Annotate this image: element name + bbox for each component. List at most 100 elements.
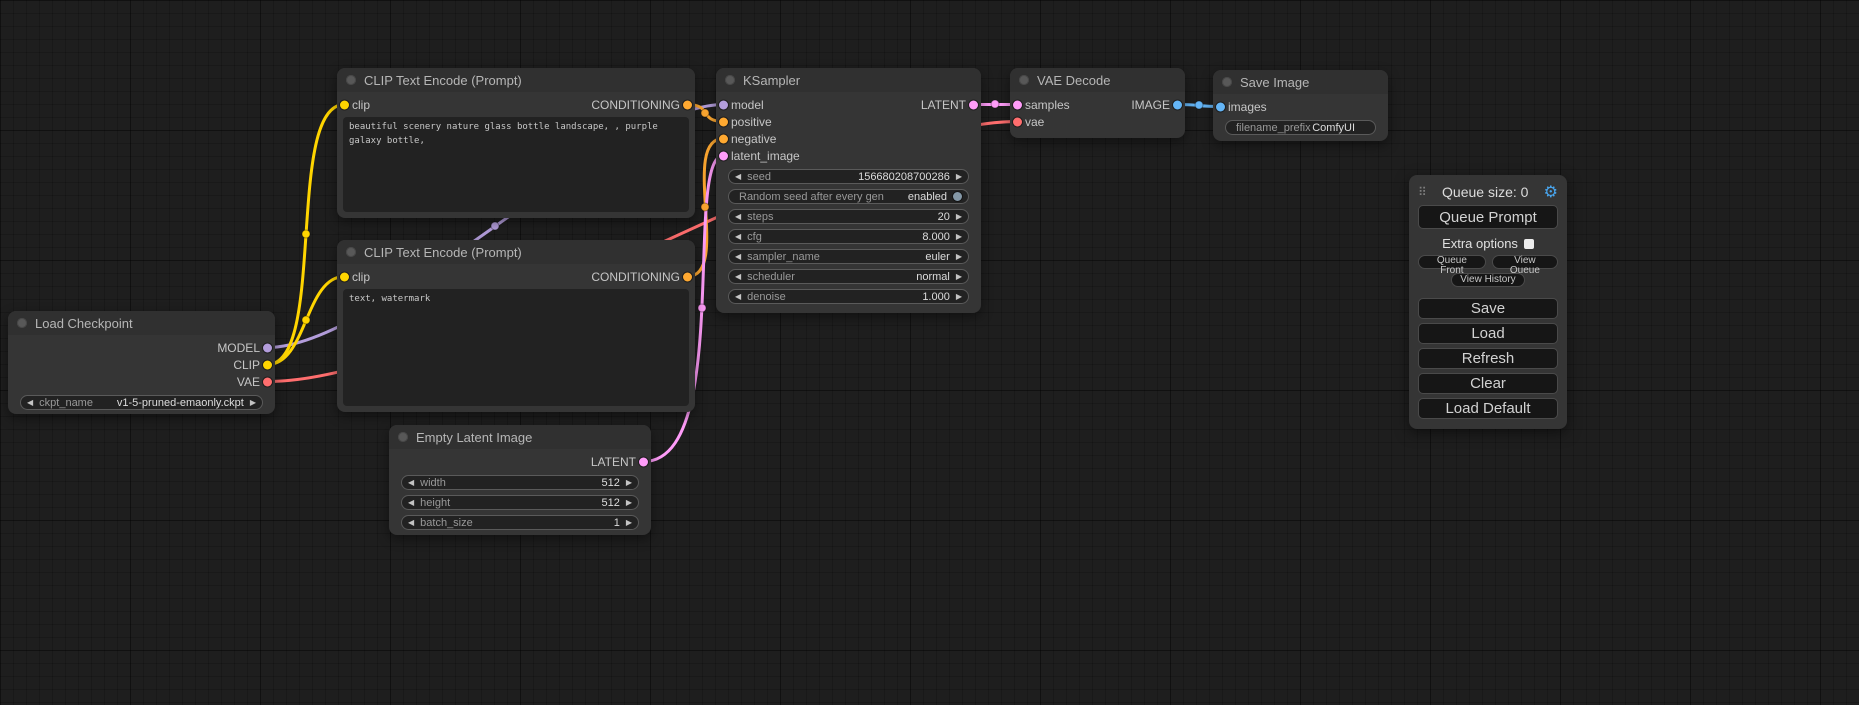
input-slot-images-dot[interactable] <box>1216 102 1225 111</box>
collapse-dot-icon[interactable] <box>346 75 356 85</box>
increment-arrow-icon[interactable]: ▶ <box>956 233 962 241</box>
collapse-dot-icon[interactable] <box>1019 75 1029 85</box>
widget-label: batch_size <box>420 517 473 529</box>
widget-sampler-name[interactable]: ◀ sampler_name euler ▶ <box>728 249 969 264</box>
node-title-bar[interactable]: CLIP Text Encode (Prompt) <box>337 68 695 92</box>
increment-arrow-icon[interactable]: ▶ <box>956 213 962 221</box>
output-slot-conditioning-dot[interactable] <box>683 272 692 281</box>
widget-batch-size[interactable]: ◀ batch_size 1 ▶ <box>401 515 639 530</box>
queue-menu[interactable]: ⠿ Queue size: 0 ⚙ Queue Prompt Extra opt… <box>1409 175 1567 429</box>
collapse-dot-icon[interactable] <box>17 318 27 328</box>
node-body: LATENT ◀ width 512 ▶ ◀ height 512 ▶ ◀ ba… <box>389 449 651 530</box>
widget-label: filename_prefix <box>1236 122 1311 134</box>
widget-cfg[interactable]: ◀ cfg 8.000 ▶ <box>728 229 969 244</box>
increment-arrow-icon[interactable]: ▶ <box>626 499 632 507</box>
widget-filename-prefix[interactable]: filename_prefix ComfyUI <box>1225 120 1376 135</box>
node-save-image[interactable]: Save Image images filename_prefix ComfyU… <box>1213 70 1388 141</box>
widget-label: cfg <box>747 231 762 243</box>
prompt-textarea[interactable]: beautiful scenery nature glass bottle la… <box>343 117 689 212</box>
node-body: images filename_prefix ComfyUI <box>1213 94 1388 135</box>
collapse-dot-icon[interactable] <box>1222 77 1232 87</box>
output-slot-model-dot[interactable] <box>263 343 272 352</box>
widget-seed[interactable]: ◀ seed 156680208700286 ▶ <box>728 169 969 184</box>
node-empty-latent-image[interactable]: Empty Latent Image LATENT ◀ width 512 ▶ … <box>389 425 651 535</box>
output-slot-label-conditioning: CONDITIONING <box>591 270 680 284</box>
increment-arrow-icon[interactable]: ▶ <box>956 253 962 261</box>
widget-random-seed-toggle[interactable]: Random seed after every gen enabled <box>728 189 969 204</box>
input-slot-samples-dot[interactable] <box>1013 100 1022 109</box>
widget-scheduler[interactable]: ◀ scheduler normal ▶ <box>728 269 969 284</box>
input-slot-label-latent-image: latent_image <box>731 149 800 163</box>
widget-steps[interactable]: ◀ steps 20 ▶ <box>728 209 969 224</box>
widget-label: seed <box>747 171 771 183</box>
decrement-arrow-icon[interactable]: ◀ <box>408 519 414 527</box>
load-default-button[interactable]: Load Default <box>1418 398 1558 419</box>
output-slot-label-image: IMAGE <box>1131 98 1170 112</box>
clear-button[interactable]: Clear <box>1418 373 1558 394</box>
increment-arrow-icon[interactable]: ▶ <box>956 293 962 301</box>
node-clip-text-encode-positive[interactable]: CLIP Text Encode (Prompt) clip CONDITION… <box>337 68 695 218</box>
decrement-arrow-icon[interactable]: ◀ <box>735 173 741 181</box>
widget-denoise[interactable]: ◀ denoise 1.000 ▶ <box>728 289 969 304</box>
widget-height[interactable]: ◀ height 512 ▶ <box>401 495 639 510</box>
input-slot-label-clip: clip <box>352 270 370 284</box>
save-button[interactable]: Save <box>1418 298 1558 319</box>
decrement-arrow-icon[interactable]: ◀ <box>408 479 414 487</box>
input-slot-latent-image-dot[interactable] <box>719 151 728 160</box>
node-title-bar[interactable]: Empty Latent Image <box>389 425 651 449</box>
input-slot-label-positive: positive <box>731 115 772 129</box>
node-clip-text-encode-negative[interactable]: CLIP Text Encode (Prompt) clip CONDITION… <box>337 240 695 412</box>
node-title-bar[interactable]: Save Image <box>1213 70 1388 94</box>
node-vae-decode[interactable]: VAE Decode samples IMAGE vae <box>1010 68 1185 138</box>
extra-options-row: Extra options <box>1418 236 1558 251</box>
input-slot-vae-dot[interactable] <box>1013 117 1022 126</box>
collapse-dot-icon[interactable] <box>398 432 408 442</box>
increment-arrow-icon[interactable]: ▶ <box>626 479 632 487</box>
output-slot-conditioning-dot[interactable] <box>683 100 692 109</box>
node-title-bar[interactable]: VAE Decode <box>1010 68 1185 92</box>
decrement-arrow-icon[interactable]: ◀ <box>735 233 741 241</box>
node-ksampler[interactable]: KSampler model LATENT positive negative … <box>716 68 981 313</box>
input-slot-negative-dot[interactable] <box>719 134 728 143</box>
increment-arrow-icon[interactable]: ▶ <box>956 273 962 281</box>
node-load-checkpoint[interactable]: Load Checkpoint MODEL CLIP VAE ◀ ckpt_na… <box>8 311 275 414</box>
increment-arrow-icon[interactable]: ▶ <box>956 173 962 181</box>
decrement-arrow-icon[interactable]: ◀ <box>27 399 33 407</box>
decrement-arrow-icon[interactable]: ◀ <box>735 253 741 261</box>
collapse-dot-icon[interactable] <box>346 247 356 257</box>
drag-handle-icon[interactable]: ⠿ <box>1418 185 1427 199</box>
output-slot-clip-dot[interactable] <box>263 360 272 369</box>
node-body: model LATENT positive negative latent_im… <box>716 92 981 304</box>
queue-prompt-button[interactable]: Queue Prompt <box>1418 205 1558 229</box>
output-slot-image-dot[interactable] <box>1173 100 1182 109</box>
collapse-dot-icon[interactable] <box>725 75 735 85</box>
extra-options-checkbox[interactable] <box>1524 239 1534 249</box>
settings-gear-icon[interactable]: ⚙ <box>1544 184 1558 200</box>
increment-arrow-icon[interactable]: ▶ <box>626 519 632 527</box>
wire-midpoint-dot <box>701 109 709 117</box>
input-slot-clip-dot[interactable] <box>340 272 349 281</box>
input-slot-clip-dot[interactable] <box>340 100 349 109</box>
output-slot-latent-dot[interactable] <box>639 457 648 466</box>
node-title-bar[interactable]: KSampler <box>716 68 981 92</box>
node-title-bar[interactable]: CLIP Text Encode (Prompt) <box>337 240 695 264</box>
input-slot-model-dot[interactable] <box>719 100 728 109</box>
node-title-bar[interactable]: Load Checkpoint <box>8 311 275 335</box>
refresh-button[interactable]: Refresh <box>1418 348 1558 369</box>
load-button[interactable]: Load <box>1418 323 1558 344</box>
output-slot-latent-dot[interactable] <box>969 100 978 109</box>
prompt-textarea[interactable]: text, watermark <box>343 289 689 406</box>
toggle-on-icon[interactable] <box>953 192 962 201</box>
decrement-arrow-icon[interactable]: ◀ <box>735 293 741 301</box>
input-slot-positive-dot[interactable] <box>719 117 728 126</box>
view-queue-button[interactable]: View Queue <box>1492 255 1558 269</box>
queue-front-button[interactable]: Queue Front <box>1418 255 1486 269</box>
output-slot-vae-dot[interactable] <box>263 377 272 386</box>
decrement-arrow-icon[interactable]: ◀ <box>408 499 414 507</box>
increment-arrow-icon[interactable]: ▶ <box>250 399 256 407</box>
decrement-arrow-icon[interactable]: ◀ <box>735 273 741 281</box>
widget-ckpt-name[interactable]: ◀ ckpt_name v1-5-pruned-emaonly.ckpt ▶ <box>20 395 263 410</box>
widget-width[interactable]: ◀ width 512 ▶ <box>401 475 639 490</box>
decrement-arrow-icon[interactable]: ◀ <box>735 213 741 221</box>
view-history-button[interactable]: View History <box>1451 273 1524 287</box>
